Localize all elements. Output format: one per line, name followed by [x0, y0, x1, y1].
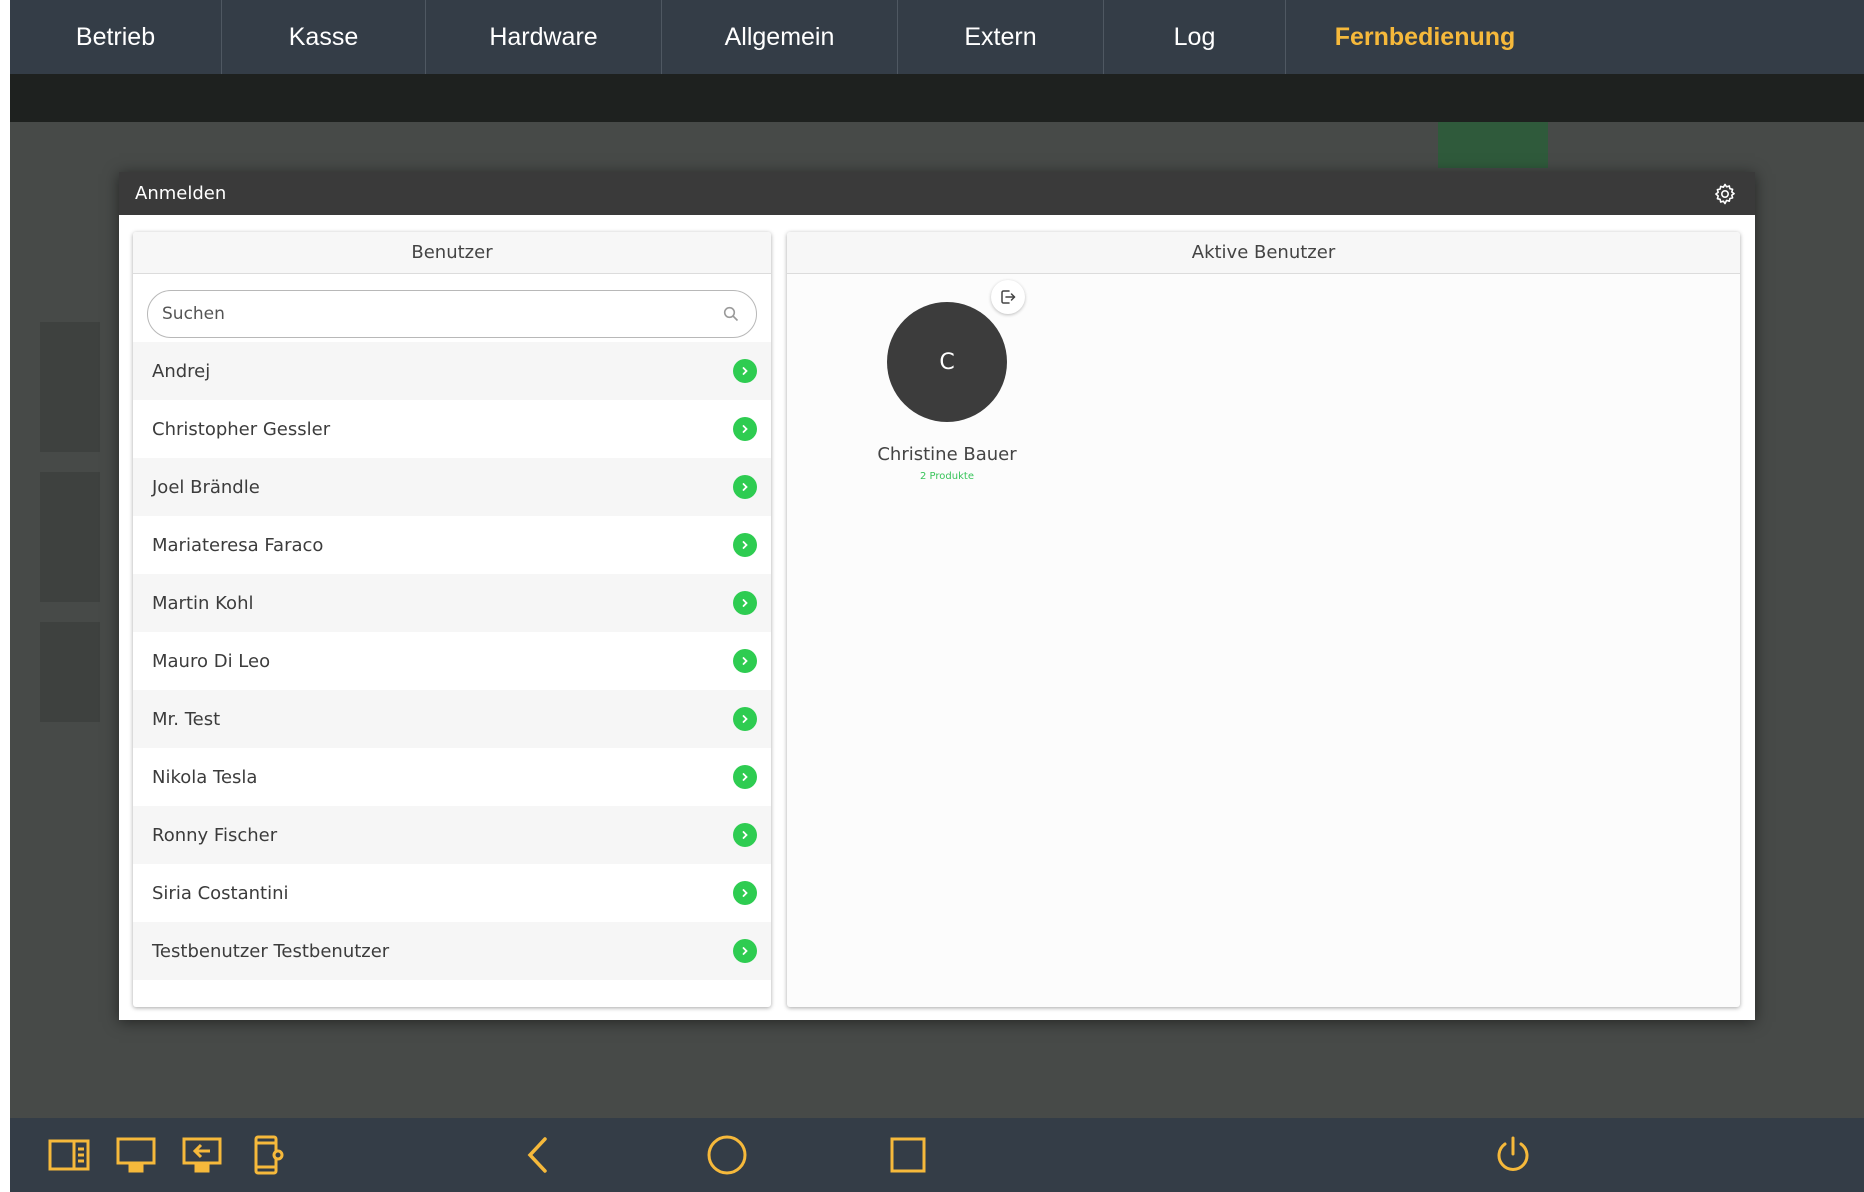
background-status-strip [10, 74, 1864, 122]
chevron-right-icon[interactable] [733, 939, 757, 963]
background-panel [40, 622, 100, 722]
active-user-name: Christine Bauer [877, 444, 1017, 465]
gear-icon[interactable] [1711, 180, 1739, 208]
chevron-right-icon[interactable] [733, 417, 757, 441]
list-item[interactable]: Christopher Gessler [133, 400, 771, 458]
tab-betrieb[interactable]: Betrieb [10, 0, 222, 74]
tab-hardware[interactable]: Hardware [426, 0, 662, 74]
user-name: Joel Brändle [152, 476, 260, 498]
users-panel-heading: Benutzer [133, 232, 771, 274]
back-icon[interactable] [512, 1129, 564, 1181]
active-users-heading: Aktive Benutzer [787, 232, 1740, 274]
home-icon[interactable] [701, 1129, 753, 1181]
tab-kasse[interactable]: Kasse [222, 0, 426, 74]
device-settings-icon[interactable] [242, 1129, 294, 1181]
chevron-right-icon[interactable] [733, 475, 757, 499]
recents-icon[interactable] [882, 1129, 934, 1181]
tab-fernbedienung[interactable]: Fernbedienung [1286, 0, 1564, 74]
list-item[interactable]: Ronny Fischer [133, 806, 771, 864]
monitor-icon[interactable] [110, 1129, 162, 1181]
chevron-right-icon[interactable] [733, 823, 757, 847]
tab-log[interactable]: Log [1104, 0, 1286, 74]
user-name: Ronny Fischer [152, 824, 278, 846]
tab-allgemein[interactable]: Allgemein [662, 0, 898, 74]
top-tab-bar: Betrieb Kasse Hardware Allgemein Extern Log Fe… [10, 0, 1864, 74]
background-panel [40, 322, 100, 452]
chevron-right-icon[interactable] [733, 707, 757, 731]
bottom-nav-bar [10, 1118, 1864, 1192]
user-name: Martin Kohl [152, 592, 254, 614]
user-name: Testbenutzer Testbenutzer [152, 940, 390, 962]
user-name: Mauro Di Leo [152, 650, 271, 672]
list-item[interactable]: Testbenutzer Testbenutzer [133, 922, 771, 980]
list-item[interactable]: Martin Kohl [133, 574, 771, 632]
logout-icon[interactable] [991, 280, 1025, 314]
power-icon[interactable] [1487, 1129, 1539, 1181]
chevron-right-icon[interactable] [733, 533, 757, 557]
sidebar-layout-icon[interactable] [43, 1129, 95, 1181]
login-dialog: Anmelden Benutzer Andrej Christopher Gess… [119, 172, 1755, 1020]
app-screen: Betrieb Kasse Hardware Allgemein Extern Log Fe… [10, 0, 1864, 1192]
list-item[interactable]: Nikola Tesla [133, 748, 771, 806]
user-name: Mr. Test [152, 708, 221, 730]
chevron-right-icon[interactable] [733, 591, 757, 615]
dialog-title: Anmelden [135, 183, 227, 204]
background-green-bar [1438, 122, 1548, 168]
active-user-product-count: 2 Produkte [920, 471, 974, 482]
user-name: Siria Costantini [152, 882, 289, 904]
screen-switch-icon[interactable] [176, 1129, 228, 1181]
dialog-header: Anmelden [119, 172, 1755, 215]
user-name: Christopher Gessler [152, 418, 331, 440]
list-item[interactable]: Joel Brändle [133, 458, 771, 516]
list-item[interactable]: Siria Costantini [133, 864, 771, 922]
list-item[interactable]: Mr. Test [133, 690, 771, 748]
user-name: Andrej [152, 360, 211, 382]
search-input[interactable] [162, 304, 720, 324]
chevron-right-icon[interactable] [733, 359, 757, 383]
list-item[interactable]: Mariateresa Faraco [133, 516, 771, 574]
chevron-right-icon[interactable] [733, 765, 757, 789]
user-name: Mariateresa Faraco [152, 534, 324, 556]
background-panel [40, 472, 100, 602]
active-users-panel: Aktive Benutzer C Christine Bauer 2 Prod… [787, 232, 1740, 1007]
search-icon[interactable] [720, 303, 742, 325]
search-box[interactable] [147, 290, 757, 338]
chevron-right-icon[interactable] [733, 649, 757, 673]
user-name: Nikola Tesla [152, 766, 258, 788]
users-panel: Benutzer Andrej Christopher Gessler Joel B… [133, 232, 771, 1007]
avatar[interactable]: C [887, 302, 1007, 422]
tab-extern[interactable]: Extern [898, 0, 1104, 74]
user-list: Andrej Christopher Gessler Joel Brändle Mar… [133, 342, 771, 980]
active-user-card[interactable]: C Christine Bauer 2 Produkte [877, 282, 1017, 482]
list-item[interactable]: Mauro Di Leo [133, 632, 771, 690]
list-item[interactable]: Andrej [133, 342, 771, 400]
chevron-right-icon[interactable] [733, 881, 757, 905]
